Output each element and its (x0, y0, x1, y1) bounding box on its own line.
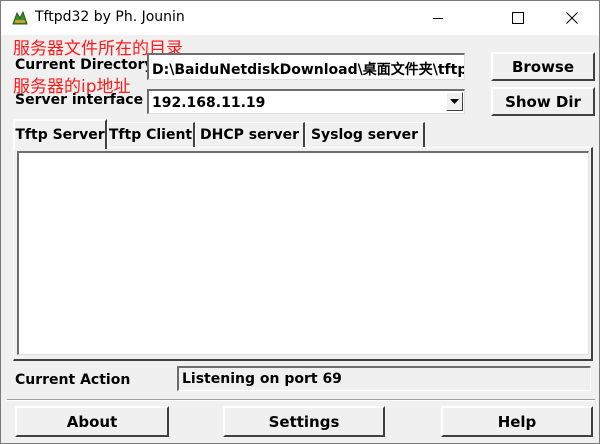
current-directory-field[interactable]: D:\BaiduNetdiskDownload\桌面文件夹\tftp (147, 53, 465, 80)
server-interface-label: Server interface (15, 92, 144, 108)
tab-dhcp-server[interactable]: DHCP server (195, 122, 305, 147)
server-interface-value: 192.168.11.19 (152, 95, 266, 111)
close-icon (566, 12, 578, 24)
maximize-icon (512, 12, 524, 24)
settings-button[interactable]: Settings (223, 406, 385, 437)
minimize-icon (433, 18, 443, 19)
chevron-down-icon[interactable] (446, 92, 463, 111)
about-button[interactable]: About (15, 406, 169, 437)
show-dir-button[interactable]: Show Dir (491, 87, 595, 116)
minimize-button[interactable] (415, 1, 461, 35)
window-title: Tftpd32 by Ph. Jounin (35, 9, 185, 25)
current-action-value: Listening on port 69 (182, 371, 342, 387)
browse-button[interactable]: Browse (491, 52, 595, 81)
current-action-label: Current Action (15, 372, 131, 388)
help-button[interactable]: Help (441, 406, 593, 437)
tab-syslog-server[interactable]: Syslog server (305, 122, 425, 147)
tab-tftp-server[interactable]: Tftp Server (13, 119, 107, 149)
tftpd-app-icon (11, 10, 29, 26)
tftpd-window: Tftpd32 by Ph. Jounin 服务器文件所在的目录 服务器的ip地… (0, 0, 600, 444)
current-action-field: Listening on port 69 (177, 366, 591, 391)
tab-tftp-client[interactable]: Tftp Client (107, 122, 195, 147)
footer-divider (7, 399, 595, 401)
server-interface-select[interactable]: 192.168.11.19 (147, 89, 465, 114)
current-directory-value: D:\BaiduNetdiskDownload\桌面文件夹\tftp (152, 62, 465, 78)
maximize-button[interactable] (495, 1, 541, 35)
server-log-list[interactable] (17, 151, 589, 355)
close-button[interactable] (549, 1, 595, 35)
tab-panel (13, 147, 593, 361)
current-directory-label: Current Directory (15, 57, 154, 73)
title-bar[interactable]: Tftpd32 by Ph. Jounin (1, 1, 599, 35)
